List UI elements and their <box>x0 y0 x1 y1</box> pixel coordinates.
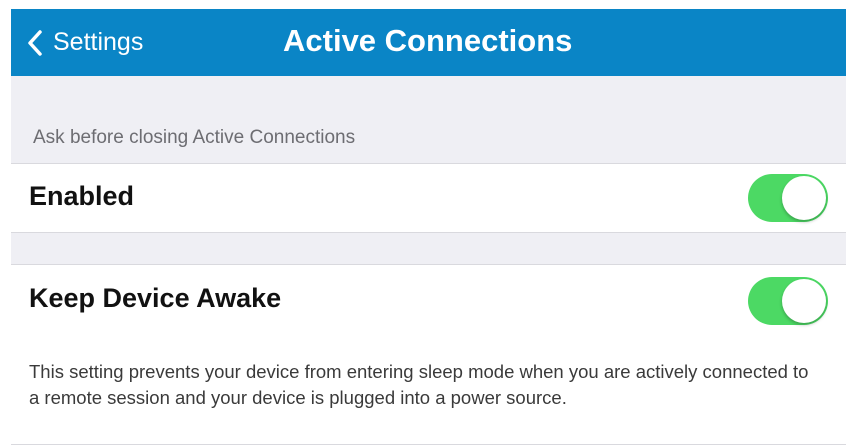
toggle-knob <box>782 279 826 323</box>
section-header: Ask before closing Active Connections <box>33 127 356 148</box>
back-button-label: Settings <box>53 28 144 56</box>
screen: Settings Active Connections Ask before c… <box>0 0 852 445</box>
keep-device-awake-row: Keep Device Awake This setting prevents … <box>11 264 846 445</box>
enabled-toggle[interactable] <box>748 174 828 222</box>
enabled-label: Enabled <box>29 181 135 211</box>
keep-device-awake-description: This setting prevents your device from e… <box>29 361 809 408</box>
back-button[interactable]: Settings <box>27 9 143 76</box>
settings-list: Ask before closing Active Connections En… <box>11 76 846 445</box>
page-title: Active Connections <box>283 23 573 58</box>
keep-device-awake-label: Keep Device Awake <box>29 283 282 313</box>
keep-device-awake-toggle[interactable] <box>748 277 828 325</box>
navigation-bar: Settings Active Connections <box>11 9 846 76</box>
chevron-left-icon <box>28 29 42 56</box>
enabled-row: Enabled <box>11 163 846 233</box>
toggle-knob <box>782 176 826 220</box>
